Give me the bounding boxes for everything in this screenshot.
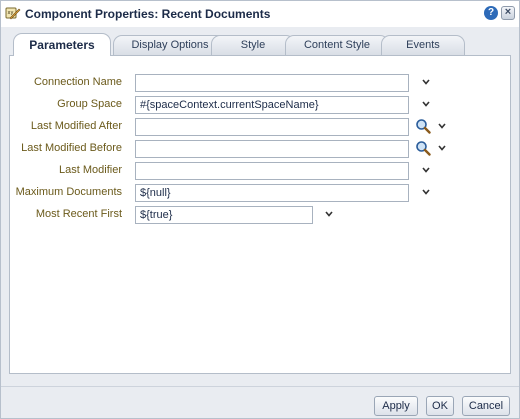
last-modified-before-label: Last Modified Before	[21, 142, 122, 154]
last-modified-after-label: Last Modified After	[30, 120, 122, 132]
most-recent-first-label: Most Recent First	[35, 208, 122, 220]
field-row-connection-name: Connection Name	[10, 74, 510, 92]
search-icon[interactable]	[415, 118, 431, 134]
field-row-last-modifier: Last Modifier	[10, 162, 510, 180]
last-modifier-input[interactable]	[135, 162, 409, 180]
close-icon[interactable]: ×	[501, 6, 515, 20]
apply-button[interactable]: Apply	[374, 396, 418, 416]
title-bar: xy Component Properties: Recent Document…	[1, 1, 519, 27]
search-icon[interactable]	[415, 140, 431, 156]
tab-display-options[interactable]: Display Options	[113, 35, 227, 55]
field-row-most-recent-first: Most Recent First ${true}	[10, 206, 510, 224]
field-row-last-modified-after: Last Modified After	[10, 118, 510, 136]
maximum-documents-input[interactable]: ${null}	[135, 184, 409, 202]
last-modified-before-input[interactable]	[135, 140, 409, 158]
ok-button[interactable]: OK	[426, 396, 454, 416]
dialog-footer: Apply OK Cancel	[1, 386, 519, 418]
chevron-down-icon[interactable]	[420, 98, 432, 110]
field-row-group-space: Group Space #{spaceContext.currentSpaceN…	[10, 96, 510, 114]
chevron-down-icon[interactable]	[323, 208, 335, 220]
component-edit-icon: xy	[5, 5, 21, 21]
last-modifier-label: Last Modifier	[59, 164, 122, 176]
help-icon[interactable]: ?	[484, 6, 498, 20]
chevron-down-icon[interactable]	[420, 164, 432, 176]
chevron-down-icon[interactable]	[436, 142, 448, 154]
chevron-down-icon[interactable]	[420, 186, 432, 198]
tab-parameters[interactable]: Parameters	[13, 33, 111, 56]
chevron-down-icon[interactable]	[436, 120, 448, 132]
last-modified-after-input[interactable]	[135, 118, 409, 136]
parameters-panel: Connection Name Group Space #{spaceConte…	[9, 55, 511, 374]
field-row-maximum-documents: Maximum Documents ${null}	[10, 184, 510, 202]
dialog-title: Component Properties: Recent Documents	[25, 7, 271, 21]
most-recent-first-input[interactable]: ${true}	[135, 206, 313, 224]
connection-name-label: Connection Name	[33, 76, 122, 88]
group-space-input[interactable]: #{spaceContext.currentSpaceName}	[135, 96, 409, 114]
tab-style[interactable]: Style	[211, 35, 295, 55]
cancel-button[interactable]: Cancel	[462, 396, 510, 416]
tab-bar: Parameters Display Options Style Content…	[1, 27, 519, 56]
svg-text:xy: xy	[8, 10, 14, 16]
maximum-documents-label: Maximum Documents	[15, 186, 122, 198]
chevron-down-icon[interactable]	[420, 76, 432, 88]
component-properties-dialog: xy Component Properties: Recent Document…	[0, 0, 520, 419]
group-space-label: Group Space	[57, 98, 122, 110]
tab-events[interactable]: Events	[381, 35, 465, 55]
connection-name-input[interactable]	[135, 74, 409, 92]
tab-content-style[interactable]: Content Style	[285, 35, 389, 55]
field-row-last-modified-before: Last Modified Before	[10, 140, 510, 158]
